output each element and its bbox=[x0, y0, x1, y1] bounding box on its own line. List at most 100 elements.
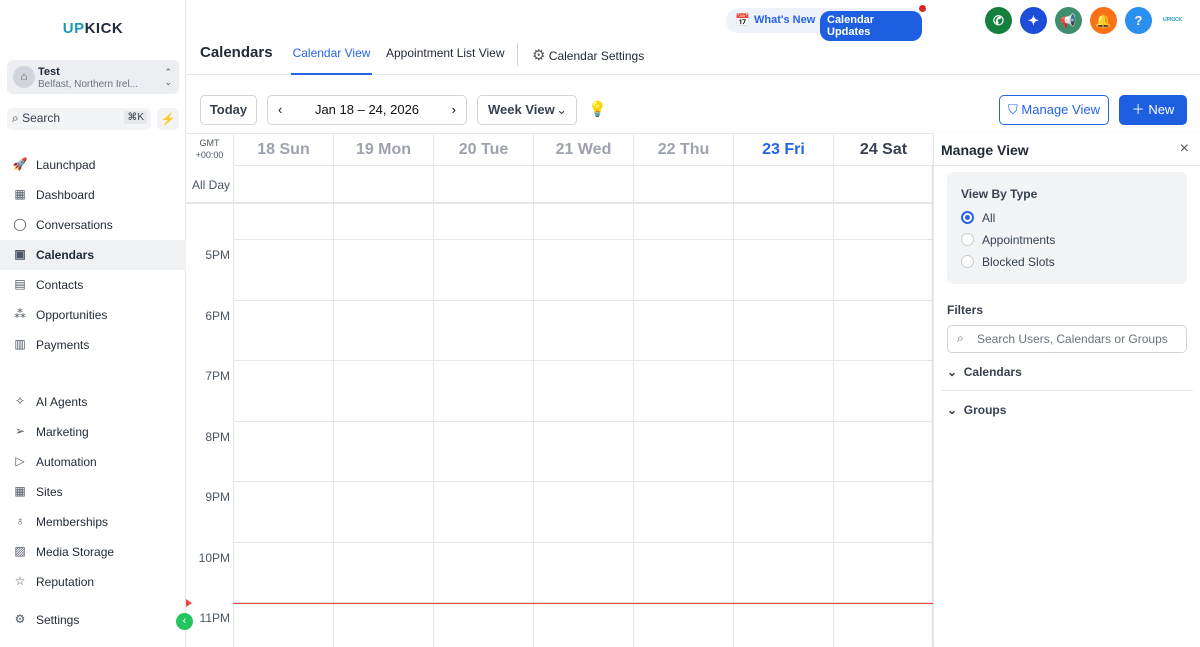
date-range-navigator: ‹ Jan 18 – 24, 2026 › bbox=[267, 95, 467, 125]
chevron-down-icon: ⌄ bbox=[556, 102, 567, 117]
filter-search-input[interactable]: ⌕ Search Users, Calendars or Groups bbox=[947, 325, 1187, 353]
send-icon: ➢ bbox=[14, 424, 26, 438]
filter-icon: ⛉ bbox=[1008, 102, 1018, 117]
hour-line bbox=[233, 541, 933, 543]
divider bbox=[517, 43, 518, 66]
calendar-updates-badge[interactable]: Calendar Updates bbox=[820, 11, 922, 41]
hour-line bbox=[233, 360, 933, 361]
search-icon: ⌕ bbox=[957, 331, 964, 345]
hour-label: 9PM bbox=[205, 490, 230, 504]
today-button[interactable]: Today bbox=[200, 95, 257, 125]
quick-action-bolt-icon[interactable]: ⚡ bbox=[157, 108, 179, 130]
hour-label: 7PM bbox=[205, 369, 230, 383]
manage-view-panel: Manage View × View By Type All Appointme… bbox=[933, 133, 1200, 647]
day-header[interactable]: 24 Sat bbox=[833, 134, 933, 166]
current-time-marker bbox=[186, 599, 192, 607]
lightbulb-icon[interactable]: 💡 bbox=[588, 100, 607, 118]
phone-icon[interactable]: ✆ bbox=[985, 7, 1012, 34]
sidebar-item-contacts[interactable]: ▤ Contacts bbox=[0, 270, 186, 300]
chevron-down-icon: ⌄ bbox=[947, 403, 958, 417]
divider bbox=[934, 165, 1200, 166]
radio-blocked-slots[interactable] bbox=[961, 255, 974, 268]
sidebar-item-opportunities[interactable]: ⁂ Opportunities bbox=[0, 300, 186, 330]
view-select[interactable]: Week View ⌄ bbox=[477, 95, 577, 125]
hour-line bbox=[233, 239, 933, 240]
sidebar-item-conversations[interactable]: ◯ Conversations bbox=[0, 210, 186, 240]
grid-icon: ▦ bbox=[14, 187, 26, 201]
sidebar-item-automation[interactable]: ▷ Automation bbox=[0, 447, 186, 477]
calendar-grid: GMT +00:00 18 Sun 19 Mon 20 Tue 21 Wed 22 Th… bbox=[186, 133, 933, 647]
divider bbox=[941, 390, 1193, 391]
panel-title: Manage View bbox=[941, 142, 1029, 158]
manage-view-button[interactable]: ⛉ Manage View bbox=[999, 95, 1109, 125]
timezone-label: GMT +00:00 bbox=[195, 138, 224, 160]
account-name: Test bbox=[38, 66, 60, 78]
sidebar-item-launchpad[interactable]: 🚀 Launchpad bbox=[0, 150, 186, 180]
chevron-left-icon[interactable]: ‹ bbox=[278, 96, 282, 124]
sidebar-item-calendars[interactable]: ▣ Calendars bbox=[0, 240, 186, 270]
day-header[interactable]: 19 Mon bbox=[333, 134, 433, 166]
shortcut-badge: ⌘K bbox=[124, 111, 147, 124]
hour-label: 6PM bbox=[205, 308, 230, 323]
day-header[interactable]: 23 Fri bbox=[733, 134, 833, 166]
hour-label: 8PM bbox=[205, 429, 230, 444]
calendars-section-toggle[interactable]: ⌄ Calendars bbox=[947, 365, 1022, 379]
sidebar-item-marketing[interactable]: ➢ Marketing bbox=[0, 417, 186, 447]
help-icon[interactable]: ? bbox=[1125, 7, 1152, 34]
sidebar-item-dashboard[interactable]: ▦ Dashboard bbox=[0, 180, 186, 210]
view-by-type-box: View By Type All Appointments Blocked Sl… bbox=[947, 172, 1187, 284]
day-header[interactable]: 18 Sun bbox=[233, 134, 333, 166]
hour-line bbox=[233, 299, 933, 301]
all-day-label: All Day bbox=[191, 178, 230, 192]
current-time-line bbox=[233, 603, 933, 604]
sidebar-item-ai-agents[interactable]: ✧ AI Agents bbox=[0, 387, 186, 417]
search-icon: ⌕ bbox=[12, 111, 23, 125]
sidebar-item-settings[interactable]: ⚙ Settings bbox=[0, 605, 186, 635]
day-header[interactable]: 22 Thu bbox=[633, 134, 733, 166]
notification-dot bbox=[919, 5, 926, 12]
globe-icon: ▦ bbox=[14, 484, 26, 498]
chevron-right-icon[interactable]: › bbox=[452, 96, 456, 124]
hour-line bbox=[233, 420, 933, 422]
location-icon: ⌂ bbox=[13, 66, 35, 88]
contacts-icon: ▤ bbox=[14, 277, 26, 291]
radio-all[interactable] bbox=[961, 211, 974, 224]
page-title: Calendars bbox=[200, 44, 273, 61]
megaphone-icon[interactable]: 📢 bbox=[1055, 7, 1082, 34]
search-button[interactable]: ⌕ Search ⌘K bbox=[7, 108, 151, 130]
sidebar-item-memberships[interactable]: ♁ Memberships bbox=[0, 507, 186, 537]
hour-line bbox=[233, 481, 933, 482]
tab-calendar-settings[interactable]: ⚙ Calendar Settings bbox=[532, 46, 644, 75]
chevron-updown-icon: ⌃ ⌄ bbox=[164, 67, 172, 87]
account-logo[interactable]: UPKICK bbox=[1163, 17, 1182, 23]
tab-calendar-view[interactable]: Calendar View bbox=[291, 46, 372, 75]
groups-section-toggle[interactable]: ⌄ Groups bbox=[947, 403, 1006, 417]
bell-icon[interactable]: 🔔 bbox=[1090, 7, 1117, 34]
hour-label: 10PM bbox=[198, 550, 230, 565]
account-switcher[interactable]: ⌂ Test Belfast, Northern Irel... ⌃ ⌄ bbox=[7, 60, 179, 94]
sidebar-item-payments[interactable]: ▥ Payments bbox=[0, 330, 186, 360]
account-location: Belfast, Northern Irel... bbox=[38, 79, 139, 90]
collapse-sidebar-button[interactable]: ‹ bbox=[176, 613, 193, 630]
chat-icon: ◯ bbox=[13, 217, 27, 231]
close-icon[interactable]: × bbox=[1180, 140, 1189, 158]
pipeline-icon: ⁂ bbox=[14, 307, 26, 321]
gear-icon: ⚙ bbox=[14, 612, 26, 626]
sidebar-item-media-storage[interactable]: ▨ Media Storage bbox=[0, 537, 186, 567]
radio-appointments[interactable] bbox=[961, 233, 974, 246]
calendar-sparkle-icon: 📅 bbox=[735, 13, 750, 27]
day-header[interactable]: 21 Wed bbox=[533, 134, 633, 166]
rocket-icon: 🚀 bbox=[12, 157, 28, 171]
sparkle-icon[interactable]: ✦ bbox=[1020, 7, 1047, 34]
sidebar-item-reputation[interactable]: ☆ Reputation bbox=[0, 567, 186, 597]
chevron-down-icon: ⌄ bbox=[947, 365, 958, 379]
star-icon: ☆ bbox=[14, 574, 26, 588]
sidebar-item-sites[interactable]: ▦ Sites bbox=[0, 477, 186, 507]
receipt-icon: ▥ bbox=[14, 337, 26, 351]
all-day-divider bbox=[186, 202, 933, 204]
calendar-icon: ▣ bbox=[14, 247, 26, 261]
day-header[interactable]: 20 Tue bbox=[433, 134, 533, 166]
whats-new-button[interactable]: 📅 What's New Calendar Updates bbox=[726, 5, 926, 41]
new-button[interactable]: ＋ New bbox=[1119, 95, 1187, 125]
tab-appointment-list-view[interactable]: Appointment List View bbox=[386, 46, 505, 75]
